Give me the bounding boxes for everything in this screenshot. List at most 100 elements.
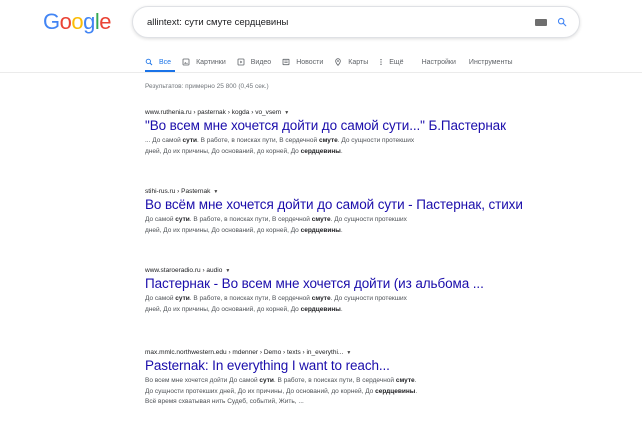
result-stats: Результатов: примерно 25 800 (0,45 сек.) <box>145 83 269 90</box>
snippet-text: До сущности протекших дней, До их причин… <box>145 387 376 395</box>
result-url[interactable]: stihi-rus.ru › Pasternak ▼ <box>145 188 545 195</box>
snippet-line: дней, До их причины, До оснований, до ко… <box>145 305 545 316</box>
logo-letter: g <box>83 9 95 34</box>
snippet-highlight: сердцевины <box>300 226 341 234</box>
snippet-text: До самой <box>145 295 176 302</box>
snippet-highlight: сердцевины <box>375 387 416 395</box>
result-title-link[interactable]: "Во всем мне хочется дойти до самой сути… <box>145 118 545 133</box>
result-title-link[interactable]: Pasternak: In everything I want to reach… <box>145 358 545 373</box>
snippet-highlight: смуте <box>311 216 331 223</box>
snippet-text: . <box>340 226 343 234</box>
snippet-highlight: сердцевины <box>300 147 341 155</box>
result-url-text: max.mmlc.northwestern.edu › mdenner › De… <box>145 349 344 356</box>
snippet-text: . В работе, в поисках пути, В сердечной <box>197 137 319 144</box>
dropdown-caret-icon[interactable]: ▼ <box>225 268 230 274</box>
snippet-text: . В работе, в поисках пути, В сердечной <box>189 216 312 223</box>
search-result: max.mmlc.northwestern.edu › mdenner › De… <box>145 349 545 408</box>
snippet-text: дней, До их причины, До оснований, до ко… <box>145 305 301 313</box>
tab-1[interactable]: Картинки <box>182 58 226 66</box>
snippet-text: . <box>414 377 417 384</box>
snippet-text: До самой <box>145 216 176 223</box>
logo-letter: o <box>59 9 72 34</box>
snippet-text: ... До самой <box>145 137 183 144</box>
divider <box>0 72 642 73</box>
result-url-text: stihi-rus.ru › Pasternak <box>145 188 211 195</box>
tab-label: Видео <box>250 58 272 66</box>
snippet-line: До самой сути. В работе, в поисках пути,… <box>145 215 545 226</box>
snippet-text: . В работе, в поисках пути, В сердечной <box>189 295 312 302</box>
snippet-line: Во всем мне хочется дойти До самой сути.… <box>145 376 545 387</box>
video-icon <box>237 58 248 66</box>
snippet-highlight: сути <box>259 377 274 384</box>
result-url[interactable]: www.ruthenia.ru › pasternak › kogda › vo… <box>145 109 545 116</box>
snippet-text: . До сущности протекших <box>330 295 407 302</box>
logo-letter: e <box>99 9 112 34</box>
snippet-line: дней, До их причины, До оснований, до ко… <box>145 226 545 237</box>
tab-0[interactable]: Все <box>145 58 171 66</box>
more-vert-icon <box>379 58 386 66</box>
search-tabs: Все Картинки Видео Новости Карты Ещё Настройки… <box>145 55 524 69</box>
result-snippet: ... До самой сути. В работе, в поисках п… <box>145 136 545 157</box>
search-result: www.staroeradio.ru › audio ▼ Пастернак - В… <box>145 267 545 315</box>
tab-6[interactable]: Настройки <box>422 59 456 66</box>
snippet-highlight: сути <box>182 137 198 144</box>
dropdown-caret-icon[interactable]: ▼ <box>346 350 351 356</box>
snippet-text: . <box>415 387 418 395</box>
tab-label: Все <box>159 58 172 66</box>
snippet-text: . До сущности протекших <box>337 137 415 144</box>
tab-4[interactable]: Карты <box>334 58 368 66</box>
search-input[interactable] <box>147 16 535 28</box>
snippet-text: Во всем мне хочется дойти До самой <box>145 377 260 384</box>
snippet-text: Всё время схватывая нить Судеб, событий,… <box>145 398 304 405</box>
google-logo[interactable]: Google <box>43 9 112 35</box>
snippet-highlight: смуте <box>311 295 331 302</box>
snippet-line: ... До самой сути. В работе, в поисках п… <box>145 136 545 147</box>
search-icon[interactable] <box>557 17 567 27</box>
tab-label: Карты <box>348 58 369 66</box>
tab-7[interactable]: Инструменты <box>469 59 513 66</box>
tab-label: Настройки <box>421 58 456 66</box>
tab-3[interactable]: Новости <box>282 58 323 66</box>
result-title-link[interactable]: Во всём мне хочется дойти до самой сути … <box>145 197 545 212</box>
result-snippet: До самой сути. В работе, в поисках пути,… <box>145 215 545 236</box>
keyboard-icon[interactable] <box>535 18 547 26</box>
dropdown-caret-icon[interactable]: ▼ <box>284 110 289 116</box>
snippet-line: До самой сути. В работе, в поисках пути,… <box>145 294 545 305</box>
tab-5[interactable]: Ещё <box>379 58 404 66</box>
snippet-line: До сущности протекших дней, До их причин… <box>145 387 545 398</box>
dropdown-caret-icon[interactable]: ▼ <box>213 189 218 195</box>
snippet-text: . <box>340 305 343 313</box>
snippet-highlight: сердцевины <box>300 305 341 313</box>
snippet-text: . В работе, в поисках пути, В сердечной <box>273 377 396 384</box>
snippet-highlight: сути <box>175 295 190 302</box>
image-icon <box>182 58 193 66</box>
snippet-highlight: сути <box>175 216 190 223</box>
snippet-text: . <box>340 147 343 155</box>
result-url[interactable]: www.staroeradio.ru › audio ▼ <box>145 267 545 274</box>
tab-label: Картинки <box>196 58 226 66</box>
logo-letter: o <box>71 9 84 34</box>
map-pin-icon <box>334 58 345 66</box>
result-url-text: www.ruthenia.ru › pasternak › kogda › vo… <box>145 109 282 116</box>
snippet-highlight: смуте <box>318 137 338 144</box>
snippet-text: дней, До их причины, До оснований, до ко… <box>145 226 301 234</box>
search-result: stihi-rus.ru › Pasternak ▼ Во всём мне хоч… <box>145 188 545 236</box>
result-snippet: Во всем мне хочется дойти До самой сути.… <box>145 376 545 408</box>
tab-label: Новости <box>296 58 324 66</box>
tab-label: Инструменты <box>468 58 513 66</box>
search-icon <box>145 58 156 66</box>
snippet-text: дней, До их причины, До оснований, до ко… <box>145 147 301 155</box>
logo-letter: G <box>43 9 60 34</box>
snippet-highlight: смуте <box>395 377 415 384</box>
snippet-text: . До сущности протекших <box>330 216 407 223</box>
result-title-link[interactable]: Пастернак - Во всем мне хочется дойти (и… <box>145 276 545 291</box>
search-result: www.ruthenia.ru › pasternak › kogda › vo… <box>145 109 545 157</box>
snippet-line: Всё время схватывая нить Судеб, событий,… <box>145 397 545 408</box>
snippet-line: дней, До их причины, До оснований, до ко… <box>145 147 545 158</box>
result-url[interactable]: max.mmlc.northwestern.edu › mdenner › De… <box>145 349 545 356</box>
tab-label: Ещё <box>389 58 404 66</box>
result-snippet: До самой сути. В работе, в поисках пути,… <box>145 294 545 315</box>
tab-2[interactable]: Видео <box>237 58 271 66</box>
search-box[interactable] <box>132 6 580 38</box>
news-icon <box>282 58 293 66</box>
